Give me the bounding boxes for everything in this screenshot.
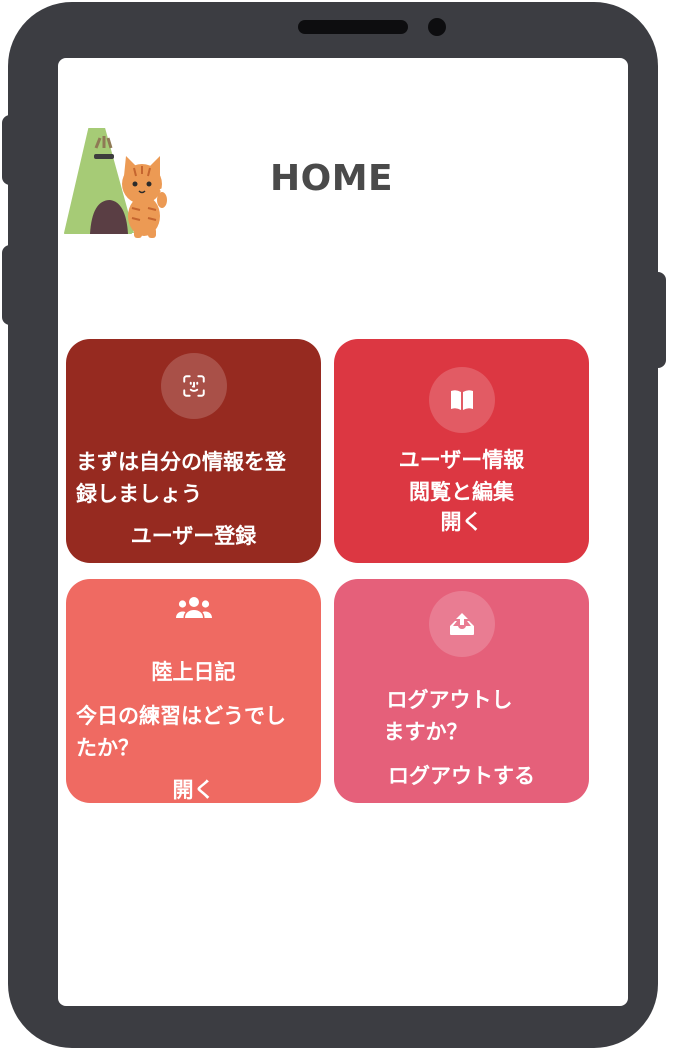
logout-button[interactable]: ログアウトする <box>334 761 589 791</box>
app-header: HOME <box>56 128 556 238</box>
speaker-grille <box>298 20 408 34</box>
register-button-label[interactable]: ユーザー登録 <box>66 521 321 551</box>
diary-icon-circle <box>161 575 227 641</box>
profile-card[interactable]: ユーザー情報 閲覧と編集 開く <box>334 339 589 563</box>
register-icon-circle <box>160 353 227 419</box>
diary-card[interactable]: 陸上日記 今日の練習はどうでし たか？ 開く <box>66 579 321 803</box>
profile-open-button[interactable]: 開く <box>334 507 589 537</box>
profile-icon-circle <box>428 367 495 433</box>
logout-text-line1: ログアウトし <box>386 688 513 712</box>
cat-tent-logo <box>64 128 171 238</box>
register-text-line2: 録しましょう <box>76 482 202 506</box>
register-text-line1: まずは自分の情報を登 <box>76 450 286 474</box>
logout-text-line2: ますか？ <box>383 720 468 744</box>
front-camera <box>428 18 446 36</box>
users-icon <box>175 597 212 618</box>
profile-text-line2: 閲覧と編集 <box>409 480 514 504</box>
diary-text-line2: たか？ <box>76 736 139 760</box>
book-open-icon <box>450 390 473 410</box>
register-card[interactable]: まずは自分の情報を登 録しましょう ユーザー登録 <box>66 339 321 563</box>
diary-text-line1: 今日の練習はどうでし <box>76 704 286 728</box>
face-id-icon <box>182 375 205 397</box>
profile-text-line1: ユーザー情報 <box>398 448 525 472</box>
page-title: HOME <box>270 158 394 199</box>
diary-open-button[interactable]: 開く <box>66 775 321 805</box>
diary-title: 陸上日記 <box>151 660 236 684</box>
logout-card[interactable]: ログアウトし ますか？ ログアウトする <box>334 579 589 803</box>
logout-icon-circle <box>428 591 495 657</box>
upload-tray-icon <box>449 613 474 635</box>
